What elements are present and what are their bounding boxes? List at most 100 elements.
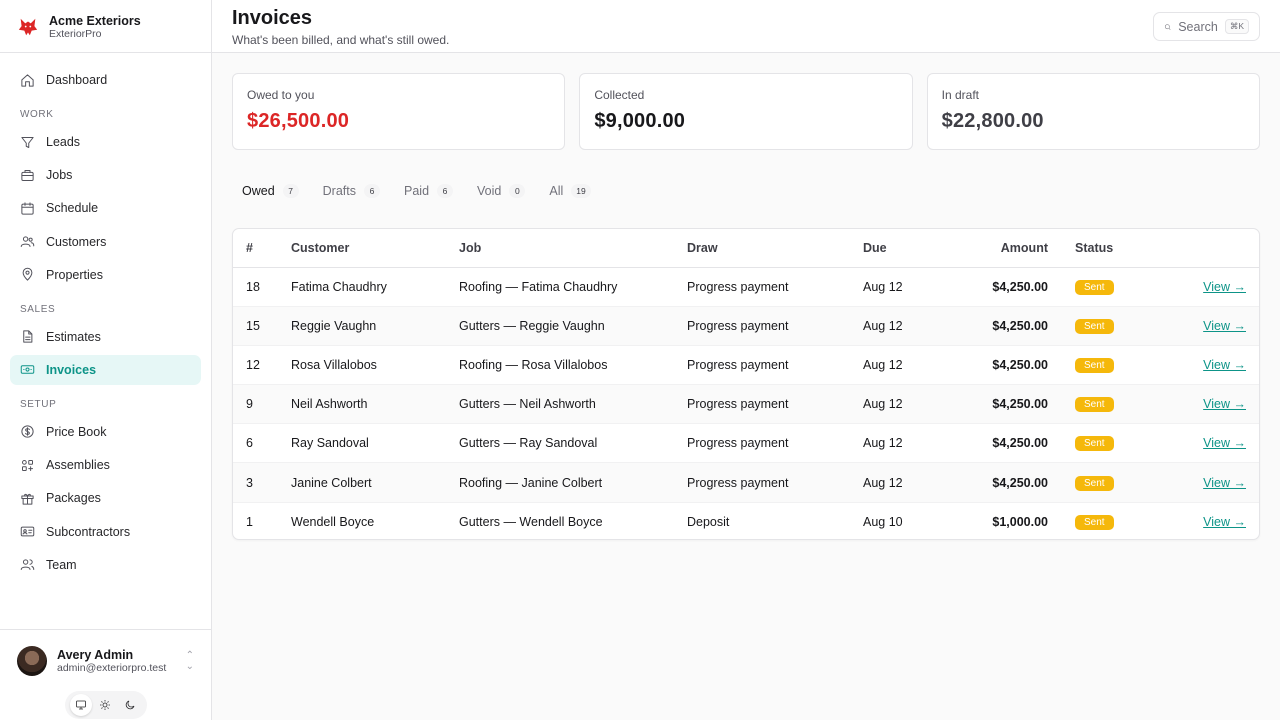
- table-row[interactable]: 12 Rosa Villalobos Roofing — Rosa Villal…: [233, 345, 1259, 386]
- sidebar-item-jobs[interactable]: Jobs: [10, 160, 201, 190]
- column-header-customer[interactable]: Customer: [291, 229, 459, 268]
- brand-name: Acme Exteriors: [49, 14, 141, 28]
- tab-label: Paid: [404, 184, 430, 198]
- status-badge: Sent: [1075, 514, 1114, 530]
- cell-number: 3: [233, 462, 291, 503]
- tab-label: Void: [477, 184, 502, 198]
- user-panel: Avery Admin admin@exteriorpro.test ⌃ ⌄: [0, 629, 211, 720]
- cell-job: Gutters — Neil Ashworth: [459, 384, 687, 425]
- table-row[interactable]: 18 Fatima Chaudhry Roofing — Fatima Chau…: [233, 267, 1259, 307]
- moon-icon: [125, 700, 135, 710]
- table-row[interactable]: 1 Wendell Boyce Gutters — Wendell Boyce …: [233, 502, 1259, 539]
- sidebar-item-label: Price Book: [46, 424, 107, 439]
- view-invoice-link[interactable]: View →: [1203, 436, 1246, 450]
- theme-light-button[interactable]: [94, 694, 116, 716]
- sidebar-item-price-book[interactable]: Price Book: [10, 417, 201, 447]
- cell-due: Aug 12: [863, 423, 951, 464]
- column-header-status[interactable]: Status: [1048, 229, 1148, 268]
- tab-all[interactable]: All 19: [549, 184, 591, 198]
- sidebar-item-leads[interactable]: Leads: [10, 127, 201, 157]
- user-name: Avery Admin: [57, 647, 134, 662]
- sidebar-item-label: Customers: [46, 234, 107, 249]
- sidebar-item-subcontractors[interactable]: Subcontractors: [10, 517, 201, 547]
- cell-amount: $1,000.00: [992, 514, 1048, 529]
- cell-amount: $4,250.00: [951, 306, 1048, 346]
- page-subtitle: What's been billed, and what's still owe…: [232, 33, 450, 47]
- sidebar-item-dashboard[interactable]: Dashboard: [10, 65, 201, 95]
- view-invoice-link[interactable]: View →: [1203, 358, 1246, 372]
- sidebar-item-packages[interactable]: Packages: [10, 483, 201, 513]
- summary-cards: Owed to you $26,500.00 Collected $9,000.…: [212, 53, 1280, 150]
- tab-count: 19: [571, 184, 591, 198]
- sidebar-item-label: Packages: [46, 491, 101, 506]
- cell-action: View →: [1148, 384, 1259, 425]
- brand[interactable]: Acme Exteriors ExteriorPro: [0, 0, 211, 53]
- theme-system-button[interactable]: [69, 694, 92, 716]
- table-row[interactable]: 9 Neil Ashworth Gutters — Neil Ashworth …: [233, 384, 1259, 425]
- tab-void[interactable]: Void 0: [477, 184, 526, 198]
- view-invoice-link[interactable]: View →: [1203, 319, 1246, 333]
- cell-status: Sent: [1048, 384, 1148, 425]
- table-header-row: # Customer Job Draw Due Amount Status: [233, 229, 1259, 268]
- cell-due: Aug 10: [863, 514, 903, 529]
- card-owed: Owed to you $26,500.00: [232, 73, 566, 150]
- card-in-draft: In draft $22,800.00: [926, 73, 1260, 150]
- cell-action: View →: [1148, 423, 1259, 464]
- column-header-amount[interactable]: Amount: [951, 229, 1048, 268]
- view-invoice-link[interactable]: View →: [1203, 515, 1246, 529]
- sidebar-item-schedule[interactable]: Schedule: [10, 193, 201, 223]
- cell-action: View →: [1148, 502, 1259, 539]
- view-invoice-link[interactable]: View →: [1203, 476, 1246, 490]
- sidebar-item-label: Team: [46, 557, 77, 572]
- tab-owed[interactable]: Owed 7: [242, 184, 299, 198]
- column-header-draw[interactable]: Draw: [687, 229, 863, 268]
- sidebar-item-assemblies[interactable]: Assemblies: [10, 450, 201, 480]
- sidebar-item-customers[interactable]: Customers: [10, 227, 201, 257]
- tab-count: 0: [509, 184, 526, 198]
- sidebar-item-label: Properties: [46, 267, 103, 282]
- cell-number: 9: [233, 384, 291, 425]
- search-shortcut: ⌘K: [1224, 19, 1249, 34]
- table-row[interactable]: 15 Reggie Vaughn Gutters — Reggie Vaughn…: [233, 306, 1259, 346]
- sidebar-item-invoices[interactable]: Invoices: [10, 354, 201, 385]
- view-invoice-link[interactable]: View →: [1203, 280, 1246, 294]
- search-label: Search: [1178, 19, 1218, 34]
- search-button[interactable]: Search ⌘K: [1153, 12, 1260, 41]
- column-header-number[interactable]: #: [233, 229, 291, 268]
- sidebar-item-properties[interactable]: Properties: [10, 260, 201, 290]
- sidebar-item-estimates[interactable]: Estimates: [10, 322, 201, 352]
- table-row[interactable]: 6 Ray Sandoval Gutters — Ray Sandoval Pr…: [233, 423, 1259, 464]
- sidebar-item-team[interactable]: Team: [10, 550, 201, 580]
- tab-count: 6: [364, 184, 380, 198]
- cell-draw: Progress payment: [687, 267, 863, 307]
- cell-number: 1: [246, 514, 253, 529]
- sidebar-item-label: Subcontractors: [46, 524, 131, 539]
- column-header-job[interactable]: Job: [459, 229, 687, 268]
- card-label: Owed to you: [247, 88, 315, 102]
- tab-paid[interactable]: Paid 6: [404, 184, 454, 198]
- user-menu[interactable]: Avery Admin admin@exteriorpro.test ⌃ ⌄: [17, 646, 194, 676]
- cell-customer: Fatima Chaudhry: [291, 267, 459, 307]
- tab-label: Owed: [242, 184, 275, 198]
- column-header-due[interactable]: Due: [863, 229, 951, 268]
- invoices-table: # Customer Job Draw Due Amount Status 18…: [232, 228, 1260, 540]
- sidebar-item-label: Schedule: [46, 201, 99, 216]
- briefcase-icon: [21, 169, 34, 181]
- table-row[interactable]: 3 Janine Colbert Roofing — Janine Colber…: [233, 462, 1259, 503]
- cell-job: Roofing — Janine Colbert: [459, 462, 687, 503]
- view-invoice-link[interactable]: View →: [1203, 397, 1246, 411]
- sidebar-item-label: Dashboard: [46, 73, 108, 87]
- cell-draw: Progress payment: [687, 306, 863, 346]
- status-badge: Sent: [1075, 397, 1114, 413]
- tab-count: 7: [282, 184, 299, 198]
- monitor-icon: [75, 700, 86, 710]
- column-header-actions: [1148, 229, 1259, 268]
- cell-job: Gutters — Wendell Boyce: [459, 514, 603, 529]
- cell-number: 18: [233, 267, 291, 307]
- sidebar-item-label: Leads: [46, 135, 81, 149]
- tab-drafts[interactable]: Drafts 6: [323, 184, 380, 198]
- wolf-logo-icon: [18, 18, 38, 36]
- theme-dark-button[interactable]: [119, 694, 141, 716]
- tab-count: 6: [437, 184, 454, 198]
- cell-due: Aug 12: [863, 345, 951, 386]
